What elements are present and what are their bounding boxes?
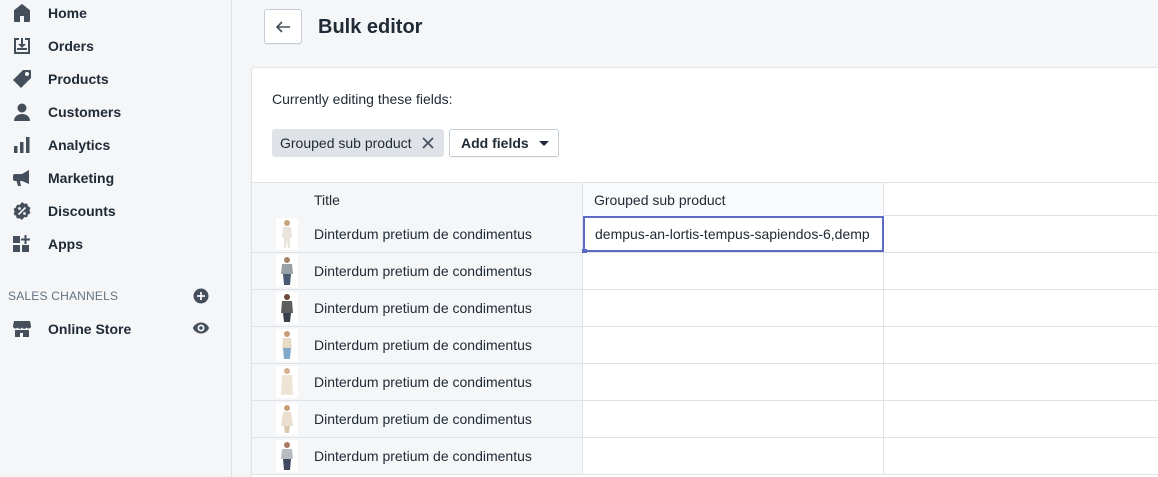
sidebar: Home Orders Products Customers Analytics… [0,0,232,477]
product-title: Dinterdum pretium de condimentus [314,226,532,242]
table-row: Dinterdum pretium de condimentus [252,327,1158,364]
product-title: Dinterdum pretium de condimentus [314,374,532,390]
sidebar-item-label: Orders [48,37,94,54]
product-thumbnail [276,292,298,324]
megaphone-icon [12,168,32,188]
title-cell: Dinterdum pretium de condimentus [252,401,583,437]
title-cell: Dinterdum pretium de condimentus [252,327,583,363]
remove-field-button[interactable] [416,131,440,155]
tag-icon [12,69,32,89]
grouped-sub-product-cell[interactable] [583,216,884,252]
page-title: Bulk editor [318,16,423,38]
grouped-sub-product-cell[interactable] [583,401,884,437]
bulk-editor-card: Currently editing these fields: Grouped … [252,68,1158,477]
title-cell: Dinterdum pretium de condimentus [252,364,583,400]
product-thumbnail [276,403,298,435]
arrow-left-icon [275,20,290,33]
sidebar-item-label: Marketing [48,169,115,186]
grouped-sub-product-input[interactable] [583,216,884,252]
product-thumbnail [276,255,298,287]
add-fields-label: Add fields [461,135,529,151]
grouped-sub-product-cell[interactable] [583,290,884,326]
product-thumbnail [276,329,298,361]
eye-icon [193,322,209,334]
caret-down-icon [538,140,549,146]
table-row: Dinterdum pretium de condimentus [252,364,1158,401]
grouped-sub-product-cell[interactable] [583,438,884,474]
sidebar-item-orders[interactable]: Orders [0,29,231,62]
column-header-label: Grouped sub product [594,192,726,208]
table-row: Dinterdum pretium de condimentus [252,253,1158,290]
home-icon [12,3,32,23]
title-cell: Dinterdum pretium de condimentus [252,216,583,252]
title-cell: Dinterdum pretium de condimentus [252,290,583,326]
grouped-sub-product-cell[interactable] [583,327,884,363]
column-header-grouped-sub-product: Grouped sub product [583,183,884,216]
grid-header: Title Grouped sub product [252,182,1158,216]
sidebar-item-apps[interactable]: Apps [0,227,231,260]
sidebar-item-label: Customers [48,103,122,120]
person-icon [12,102,32,122]
product-thumbnail [276,366,298,398]
store-icon [12,319,32,339]
add-fields-button[interactable]: Add fields [449,129,559,157]
sidebar-item-label: Online Store [48,320,132,337]
apps-icon [12,234,32,254]
product-title: Dinterdum pretium de condimentus [314,448,532,464]
title-cell: Dinterdum pretium de condimentus [252,438,583,474]
add-sales-channel-button[interactable] [192,287,210,305]
sidebar-item-label: Products [48,70,109,87]
table-row: Dinterdum pretium de condimentus [252,216,1158,254]
grouped-sub-product-cell[interactable] [583,253,884,289]
sidebar-item-label: Home [48,4,87,21]
bar-chart-icon [12,135,32,155]
table-row: Dinterdum pretium de condimentus [252,401,1158,438]
sidebar-item-home[interactable]: Home [0,0,231,29]
column-header-title: Title [252,183,583,216]
sidebar-item-label: Analytics [48,136,111,153]
product-title: Dinterdum pretium de condimentus [314,337,532,353]
table-row: Dinterdum pretium de condimentus [252,290,1158,327]
product-title: Dinterdum pretium de condimentus [314,411,532,427]
column-header-label: Title [314,192,340,208]
product-title: Dinterdum pretium de condimentus [314,300,532,316]
sales-channels-heading: SALES CHANNELS [8,289,119,303]
sidebar-item-label: Discounts [48,202,116,219]
sidebar-item-products[interactable]: Products [0,62,231,95]
view-online-store-button[interactable] [192,319,210,337]
editing-fields-label: Currently editing these fields: [272,91,453,107]
sidebar-item-label: Apps [48,235,83,252]
grouped-sub-product-cell[interactable] [583,364,884,400]
field-tag-grouped-sub-product: Grouped sub product [272,129,444,157]
table-row: Dinterdum pretium de condimentus [252,438,1158,475]
sidebar-item-analytics[interactable]: Analytics [0,128,231,161]
orders-icon [12,36,32,56]
discount-icon [12,201,32,221]
field-tag-label: Grouped sub product [280,135,412,151]
sidebar-item-marketing[interactable]: Marketing [0,161,231,194]
product-thumbnail [276,440,298,472]
product-title: Dinterdum pretium de condimentus [314,263,532,279]
back-button[interactable] [264,9,302,44]
sidebar-item-customers[interactable]: Customers [0,95,231,128]
plus-circle-icon [193,288,209,304]
product-thumbnail [276,218,298,250]
title-cell: Dinterdum pretium de condimentus [252,253,583,289]
sidebar-item-discounts[interactable]: Discounts [0,194,231,227]
close-icon [421,137,434,149]
